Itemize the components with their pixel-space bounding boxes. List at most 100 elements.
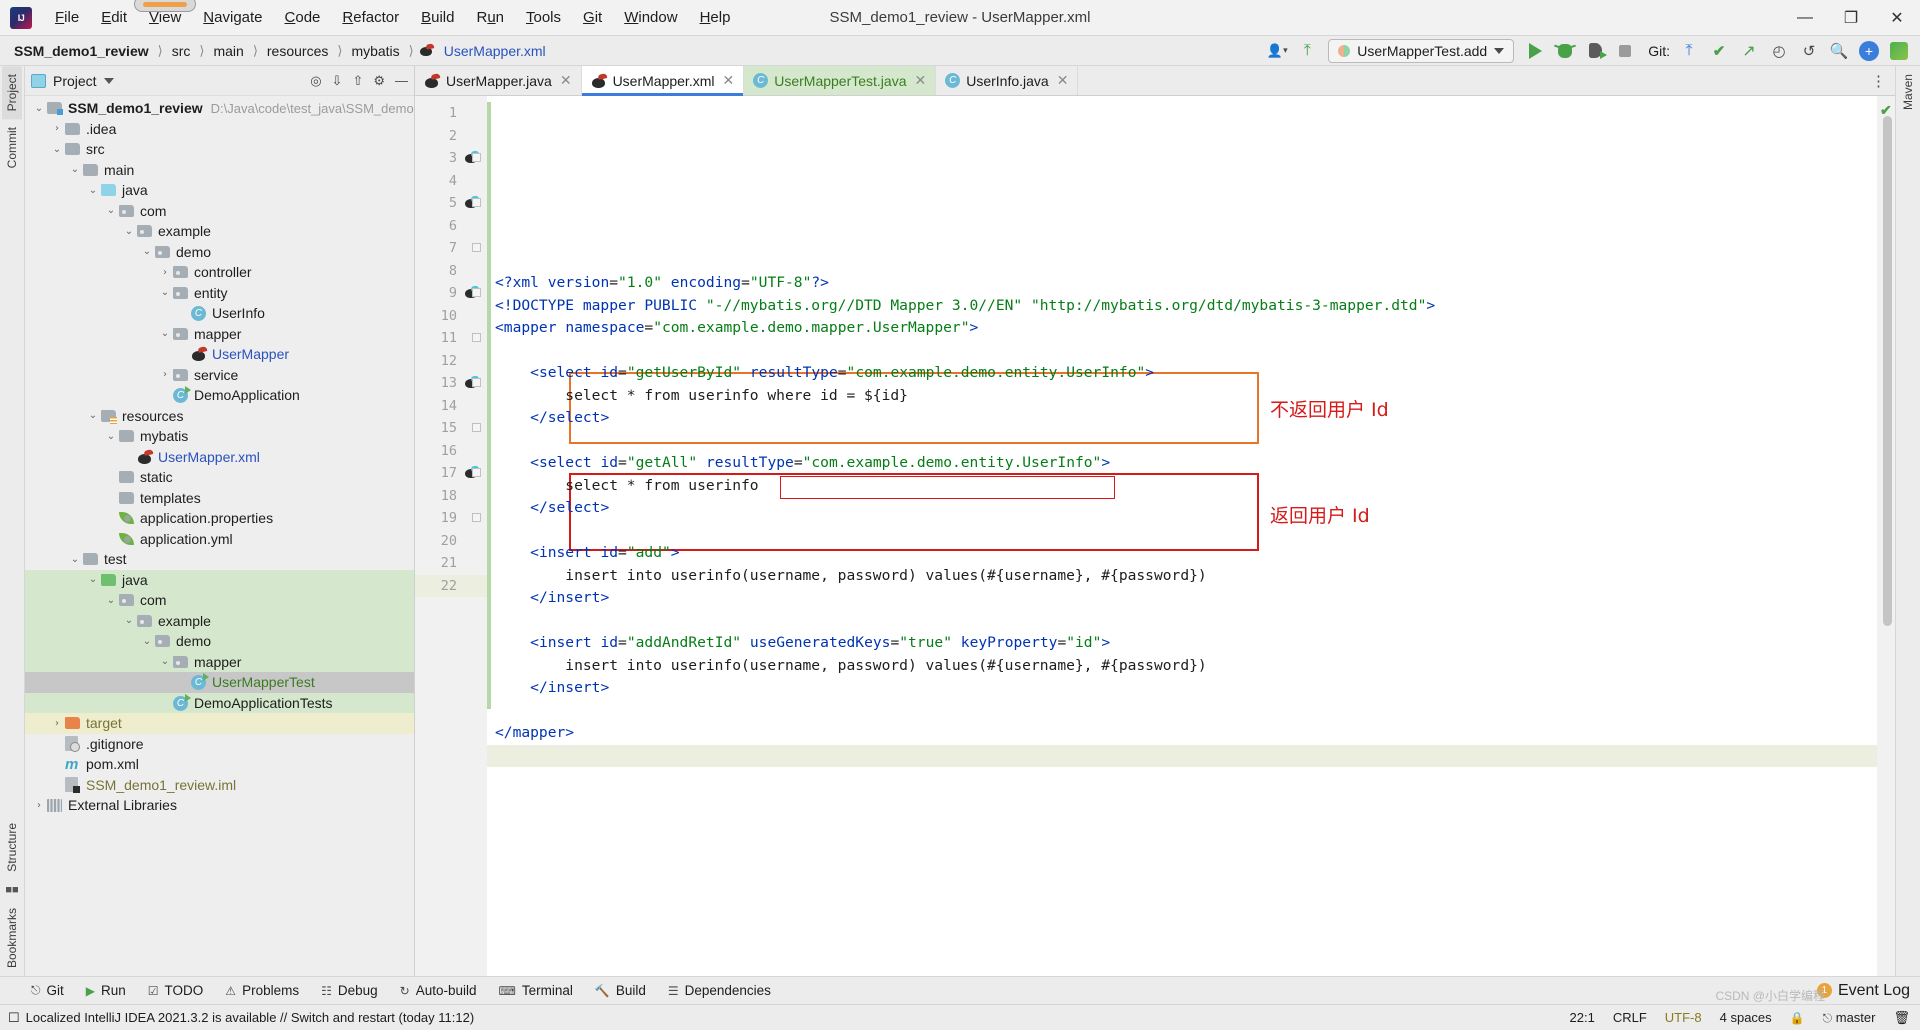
code-folding-marker[interactable] bbox=[472, 153, 481, 162]
tree-node-userinfo[interactable]: C UserInfo bbox=[25, 303, 414, 324]
tree-node-entity[interactable]: ⌄ entity bbox=[25, 283, 414, 304]
tool-tab-bookmarks[interactable]: Bookmarks bbox=[2, 900, 22, 976]
hide-icon[interactable]: — bbox=[395, 73, 408, 88]
maximize-button[interactable]: ❐ bbox=[1828, 0, 1874, 36]
tree-node-test[interactable]: ⌄ test bbox=[25, 549, 414, 570]
error-stripe[interactable]: ✔ bbox=[1877, 96, 1895, 976]
close-icon[interactable]: ✕ bbox=[560, 72, 572, 89]
breadcrumb-resources[interactable]: resources bbox=[263, 41, 332, 61]
tree-expand-arrow[interactable]: ⌄ bbox=[31, 103, 47, 114]
code-folding-marker[interactable] bbox=[472, 198, 481, 207]
code-line-3[interactable]: <mapper namespace="com.example.demo.mapp… bbox=[487, 317, 1877, 340]
tree-expand-arrow[interactable]: › bbox=[157, 369, 173, 380]
line-number-21[interactable]: 21 bbox=[415, 552, 487, 575]
tree-expand-arrow[interactable]: ⌄ bbox=[139, 246, 155, 257]
tree-node-target[interactable]: › target bbox=[25, 713, 414, 734]
line-number-19[interactable]: 19 bbox=[415, 507, 487, 530]
menu-file[interactable]: File bbox=[44, 4, 90, 31]
breadcrumb-main[interactable]: main bbox=[209, 41, 247, 61]
tree-expand-arrow[interactable]: ⌄ bbox=[85, 185, 101, 196]
tree-node-application-yml[interactable]: application.yml bbox=[25, 529, 414, 550]
code-line-13[interactable]: <insert id="add"> bbox=[487, 542, 1877, 565]
stop-button[interactable] bbox=[1612, 39, 1638, 63]
tool-tab-project[interactable]: Project bbox=[2, 66, 22, 120]
tree-node-main[interactable]: ⌄ main bbox=[25, 160, 414, 181]
tree-node-templates[interactable]: templates bbox=[25, 488, 414, 509]
tree-node-external-libraries[interactable]: › External Libraries bbox=[25, 795, 414, 816]
menu-window[interactable]: Window bbox=[613, 4, 688, 31]
code-line-1[interactable]: <?xml version="1.0" encoding="UTF-8"?> bbox=[487, 272, 1877, 295]
tree-node-mybatis[interactable]: ⌄ mybatis bbox=[25, 426, 414, 447]
caret-position[interactable]: 22:1 bbox=[1570, 1010, 1595, 1025]
tree-node-example[interactable]: ⌄ example bbox=[25, 221, 414, 242]
code-line-16[interactable] bbox=[487, 610, 1877, 633]
tree-expand-arrow[interactable]: ⌄ bbox=[103, 205, 119, 216]
tree-expand-arrow[interactable]: ⌄ bbox=[103, 431, 119, 442]
code-folding-marker[interactable] bbox=[472, 468, 481, 477]
menu-build[interactable]: Build bbox=[410, 4, 465, 31]
line-number-5[interactable]: 5 bbox=[415, 192, 487, 215]
tree-node-application-properties[interactable]: application.properties bbox=[25, 508, 414, 529]
code-line-20[interactable] bbox=[487, 700, 1877, 723]
window-controls[interactable]: — ❐ ✕ bbox=[1782, 0, 1920, 36]
tree-node-usermapper-xml[interactable]: UserMapper.xml bbox=[25, 447, 414, 468]
close-icon[interactable]: ✕ bbox=[1057, 72, 1069, 89]
tree-expand-arrow[interactable]: ⌄ bbox=[85, 574, 101, 585]
line-number-10[interactable]: 10 bbox=[415, 305, 487, 328]
run-button[interactable] bbox=[1522, 39, 1548, 63]
tree-expand-arrow[interactable]: › bbox=[49, 123, 65, 134]
code-line-21[interactable]: </mapper> bbox=[487, 722, 1877, 745]
menu-help[interactable]: Help bbox=[689, 4, 742, 31]
tree-expand-arrow[interactable]: › bbox=[49, 718, 65, 729]
line-number-17[interactable]: 17 bbox=[415, 462, 487, 485]
line-number-18[interactable]: 18 bbox=[415, 485, 487, 508]
chevron-down-icon[interactable] bbox=[103, 77, 114, 84]
line-number-gutter[interactable]: 1 2 3 4 5 6 7 8 9 10 11 12 13 14 15 16 17 18 19 20 21 22 bbox=[415, 96, 487, 976]
tree-expand-arrow[interactable]: ⌄ bbox=[67, 554, 83, 565]
tree-node-com[interactable]: ⌄ com bbox=[25, 201, 414, 222]
close-button[interactable]: ✕ bbox=[1874, 0, 1920, 36]
close-icon[interactable]: ✕ bbox=[722, 72, 734, 89]
tree-node-controller[interactable]: › controller bbox=[25, 262, 414, 283]
tool-tab-maven[interactable]: Maven bbox=[1898, 66, 1918, 118]
tab-userinfo-java[interactable]: C UserInfo.java ✕ bbox=[936, 66, 1079, 95]
tree-node-demo[interactable]: ⌄ demo bbox=[25, 242, 414, 263]
line-number-7[interactable]: 7 bbox=[415, 237, 487, 260]
tree-expand-arrow[interactable]: ⌄ bbox=[121, 226, 137, 237]
breadcrumb[interactable]: SSM_demo1_review ⟩ src ⟩ main ⟩ resource… bbox=[0, 41, 550, 61]
tree-node-example[interactable]: ⌄ example bbox=[25, 610, 414, 631]
bottom-tab-todo[interactable]: ☑ TODO bbox=[137, 977, 215, 1005]
code-folding-marker[interactable] bbox=[472, 423, 481, 432]
tree-expand-arrow[interactable]: ⌄ bbox=[157, 287, 173, 298]
tree-node-service[interactable]: › service bbox=[25, 365, 414, 386]
line-number-15[interactable]: 15 bbox=[415, 417, 487, 440]
indent-setting[interactable]: 4 spaces bbox=[1720, 1010, 1772, 1025]
line-number-6[interactable]: 6 bbox=[415, 215, 487, 238]
tree-node-mapper[interactable]: ⌄ mapper bbox=[25, 651, 414, 672]
tree-expand-arrow[interactable]: › bbox=[31, 800, 47, 811]
tree-expand-arrow[interactable]: ⌄ bbox=[67, 164, 83, 175]
tab-usermapper-java[interactable]: UserMapper.java ✕ bbox=[415, 66, 582, 95]
chevron-down-icon[interactable] bbox=[1494, 47, 1505, 54]
tree-node-mapper[interactable]: ⌄ mapper bbox=[25, 324, 414, 345]
debug-button[interactable] bbox=[1552, 39, 1578, 63]
git-commit-icon[interactable]: ✔ bbox=[1706, 39, 1732, 63]
tool-tab-structure[interactable]: Structure bbox=[2, 815, 22, 880]
code-text[interactable]: 不返回用户 Id 返回用户 Id <?xml version="1.0" enc… bbox=[487, 96, 1877, 976]
collapse-all-icon[interactable]: ⇧ bbox=[352, 73, 363, 89]
code-line-11[interactable]: </select> bbox=[487, 497, 1877, 520]
tree-node-demoapplicationtests[interactable]: C DemoApplicationTests bbox=[25, 692, 414, 713]
bottom-tab-run[interactable]: ▶ Run bbox=[75, 977, 137, 1005]
bottom-tab-autobuild[interactable]: ↻ Auto-build bbox=[389, 977, 488, 1005]
bottom-tool-window-bar[interactable]: ⎋ Git ▶ Run ☑ TODO ⚠ Problems ☷ Debug ↻ … bbox=[0, 976, 1920, 1004]
code-line-5[interactable]: <select id="getUserById" resultType="com… bbox=[487, 362, 1877, 385]
code-folding-marker[interactable] bbox=[472, 513, 481, 522]
add-plugin-icon[interactable] bbox=[1856, 39, 1882, 63]
locate-icon[interactable]: ◎ bbox=[310, 73, 321, 89]
project-tree[interactable]: ⌄ SSM_demo1_review D:\Java\code\test_java\… bbox=[25, 96, 414, 976]
breadcrumb-file[interactable]: UserMapper.xml bbox=[440, 41, 550, 61]
tree-expand-arrow[interactable]: ⌄ bbox=[85, 410, 101, 421]
tree-node-usermappertest[interactable]: C UserMapperTest bbox=[25, 672, 414, 693]
code-line-14[interactable]: insert into userinfo(username, password)… bbox=[487, 565, 1877, 588]
memory-indicator-icon[interactable]: 🗑 bbox=[1893, 1010, 1910, 1026]
